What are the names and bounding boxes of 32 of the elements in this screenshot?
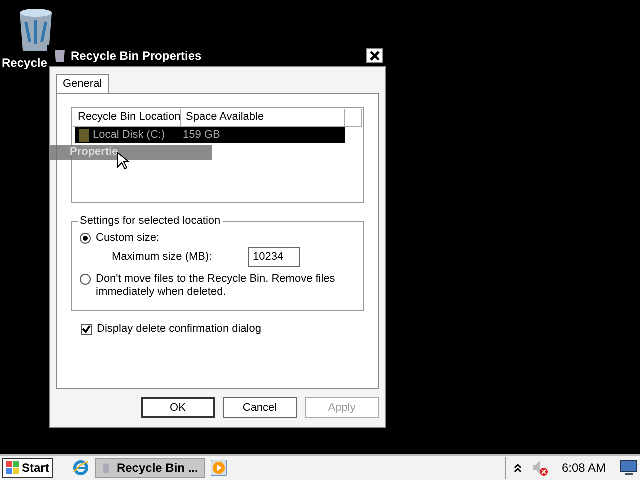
group-title: Settings for selected location [78, 215, 223, 227]
clock[interactable]: 6:08 AM [562, 461, 606, 475]
dialog-button[interactable]: OK [141, 397, 215, 418]
chevron-up-icon[interactable] [514, 463, 522, 473]
cursor-icon [117, 152, 129, 170]
window-title: Recycle Bin Properties [71, 48, 203, 62]
desktop-icon-label: Recycle [2, 56, 48, 70]
trash-can-icon [102, 461, 111, 475]
header-filler [345, 109, 362, 127]
drive-icon [79, 128, 89, 142]
max-size-label: Maximum size (MB): [112, 251, 214, 263]
monitor-icon[interactable] [620, 460, 638, 476]
space-available: 159 GB [183, 129, 220, 141]
radio-button[interactable] [80, 274, 91, 285]
checkbox[interactable] [81, 324, 92, 334]
radio-button[interactable] [80, 233, 91, 244]
option-label: Don't move files to the Recycle Bin. Remove files immediately when deleted. [96, 273, 336, 299]
close-button[interactable] [366, 48, 383, 63]
location-name: Local Disk (C:) [93, 129, 166, 141]
tab[interactable]: General [56, 74, 110, 93]
list-row[interactable]: Local Disk (C:) 159 GB [75, 127, 345, 143]
checkbox-label: Display delete confirmation dialog [97, 323, 262, 335]
browser-icon[interactable] [73, 460, 90, 476]
option-label: Custom size: [96, 232, 161, 245]
play-icon[interactable] [211, 460, 228, 476]
taskbar-button[interactable]: Recycle Bin ... [95, 458, 206, 478]
start-button[interactable]: Start [2, 458, 54, 478]
windows-logo-icon [6, 461, 20, 475]
muted-speaker-icon[interactable] [532, 460, 548, 476]
max-size-field[interactable]: 10234 [248, 247, 300, 267]
drag-label: Propertie [50, 145, 212, 160]
dialog-button[interactable]: Cancel [223, 397, 297, 418]
